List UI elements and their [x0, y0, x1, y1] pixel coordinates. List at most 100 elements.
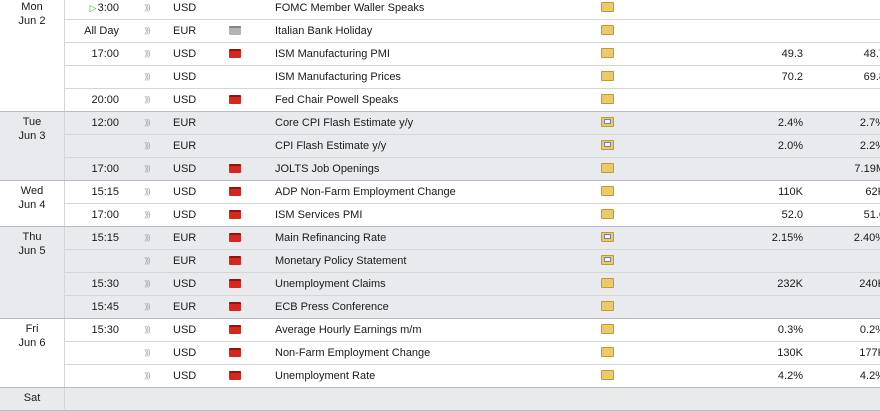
- folder-icon[interactable]: [601, 2, 614, 13]
- event-row[interactable]: 20:00))) USD Fed Chair Powell Speaks: [65, 89, 880, 111]
- folder-icon[interactable]: [601, 25, 614, 36]
- folder-icon[interactable]: [601, 117, 614, 128]
- event-title[interactable]: JOLTS Job Openings: [275, 158, 379, 180]
- speaker-icon[interactable]: ))): [141, 66, 153, 88]
- event-row[interactable]: 12:00))) EUR Core CPI Flash Estimate y/y 2.…: [65, 112, 880, 135]
- date-label: Jun 4: [18, 199, 46, 211]
- event-row[interactable]: 17:00))) USD ISM Services PMI 52.0 51.6: [65, 204, 880, 226]
- speaker-icon[interactable]: ))): [141, 181, 153, 203]
- speaker-icon[interactable]: ))): [141, 20, 153, 42]
- event-title[interactable]: ISM Manufacturing Prices: [275, 66, 401, 88]
- event-title[interactable]: Italian Bank Holiday: [275, 20, 372, 42]
- folder-icon[interactable]: [601, 370, 614, 381]
- folder-icon[interactable]: [601, 140, 614, 151]
- event-title[interactable]: Unemployment Rate: [275, 365, 375, 387]
- speaker-icon[interactable]: ))): [141, 158, 153, 180]
- folder-closed-icon: [601, 278, 614, 288]
- folder-icon[interactable]: [601, 48, 614, 59]
- event-row[interactable]: ))) USD ISM Manufacturing Prices 70.2 69.8: [65, 66, 880, 89]
- impact-flag-high: [229, 95, 241, 104]
- event-currency: EUR: [173, 301, 197, 313]
- event-title[interactable]: ISM Services PMI: [275, 204, 362, 226]
- speaker-icon[interactable]: ))): [141, 319, 153, 341]
- folder-icon[interactable]: [601, 232, 614, 243]
- event-title[interactable]: Unemployment Claims: [275, 273, 386, 295]
- event-row[interactable]: 15:15))) EUR Main Refinancing Rate 2.15% 2.4…: [65, 227, 880, 250]
- impact-flag-medium: [229, 141, 241, 150]
- day-label: Tue Jun 3: [0, 112, 65, 180]
- play-icon[interactable]: ▷: [90, 3, 97, 13]
- event-row[interactable]: 17:00))) USD JOLTS Job Openings 7.19M: [65, 158, 880, 180]
- folder-icon[interactable]: [601, 186, 614, 197]
- event-currency: EUR: [173, 25, 197, 37]
- impact-flag-high: [229, 325, 241, 334]
- folder-icon[interactable]: [601, 278, 614, 289]
- speaker-icon[interactable]: ))): [141, 227, 153, 249]
- event-row[interactable]: 15:45))) EUR ECB Press Conference: [65, 296, 880, 318]
- event-row[interactable]: ))) EUR Monetary Policy Statement: [65, 250, 880, 273]
- day-label: Thu Jun 5: [0, 227, 65, 318]
- event-time: [65, 135, 119, 157]
- event-row[interactable]: 15:30))) USD Average Hourly Earnings m/m 0.…: [65, 319, 880, 342]
- event-row[interactable]: ))) USD Unemployment Rate 4.2% 4.2%: [65, 365, 880, 387]
- speaker-icon[interactable]: ))): [141, 135, 153, 157]
- event-title[interactable]: ISM Manufacturing PMI: [275, 43, 390, 65]
- folder-icon[interactable]: [601, 347, 614, 358]
- event-previous: 51.6: [863, 209, 880, 221]
- event-title[interactable]: FOMC Member Waller Speaks: [275, 0, 424, 19]
- date-label: Jun 2: [18, 15, 46, 27]
- event-title[interactable]: Non-Farm Employment Change: [275, 342, 430, 364]
- folder-icon[interactable]: [601, 209, 614, 220]
- event-time-text: 15:45: [91, 301, 119, 313]
- folder-icon[interactable]: [601, 163, 614, 174]
- weekday-label: Tue: [22, 116, 42, 128]
- event-currency: USD: [173, 94, 197, 106]
- day-label: Mon Jun 2: [0, 0, 65, 111]
- event-forecast: 52.0: [781, 209, 803, 221]
- speaker-icon[interactable]: ))): [141, 204, 153, 226]
- event-title[interactable]: Fed Chair Powell Speaks: [275, 89, 399, 111]
- folder-icon[interactable]: [601, 71, 614, 82]
- event-row[interactable]: ))) USD Non-Farm Employment Change 130K 177K: [65, 342, 880, 365]
- speaker-icon[interactable]: ))): [141, 250, 153, 272]
- event-previous: 69.8: [863, 71, 880, 83]
- speaker-icon[interactable]: ))): [141, 273, 153, 295]
- impact-icon: [229, 118, 241, 127]
- event-title[interactable]: Main Refinancing Rate: [275, 227, 386, 249]
- event-previous: 2.7%: [859, 117, 880, 129]
- event-time: 15:45: [65, 296, 119, 318]
- speaker-icon[interactable]: ))): [141, 342, 153, 364]
- speaker-icon[interactable]: ))): [141, 365, 153, 387]
- event-title[interactable]: Average Hourly Earnings m/m: [275, 319, 422, 341]
- event-time: 20:00: [65, 89, 119, 111]
- event-row[interactable]: [65, 388, 880, 410]
- event-row[interactable]: 15:30))) USD Unemployment Claims 232K 240K: [65, 273, 880, 296]
- event-forecast: [685, 250, 803, 272]
- event-row[interactable]: All Day))) EUR Italian Bank Holiday: [65, 20, 880, 43]
- event-title[interactable]: Core CPI Flash Estimate y/y: [275, 112, 413, 134]
- event-title[interactable]: Monetary Policy Statement: [275, 250, 406, 272]
- folder-icon[interactable]: [601, 301, 614, 312]
- folder-icon[interactable]: [601, 324, 614, 335]
- speaker-icon[interactable]: ))): [141, 43, 153, 65]
- event-title[interactable]: ADP Non-Farm Employment Change: [275, 181, 456, 203]
- speaker-icon[interactable]: ))): [141, 89, 153, 111]
- impact-icon: [229, 210, 241, 219]
- event-row[interactable]: 17:00))) USD ISM Manufacturing PMI 49.3 48.7: [65, 43, 880, 66]
- event-title[interactable]: CPI Flash Estimate y/y: [275, 135, 386, 157]
- event-title[interactable]: ECB Press Conference: [275, 296, 389, 318]
- speaker-icon[interactable]: ))): [141, 296, 153, 318]
- event-previous: 4.2%: [859, 370, 880, 382]
- event-row[interactable]: ))) EUR CPI Flash Estimate y/y 2.0% 2.2%: [65, 135, 880, 158]
- folder-icon[interactable]: [601, 94, 614, 105]
- event-row[interactable]: 15:15))) USD ADP Non-Farm Employment Chang…: [65, 181, 880, 204]
- speaker-icon[interactable]: ))): [141, 112, 153, 134]
- folder-icon[interactable]: [601, 255, 614, 266]
- impact-icon: [229, 141, 241, 150]
- event-time-text: 20:00: [91, 94, 119, 106]
- event-time-text: 3:00: [97, 2, 119, 14]
- impact-icon: [229, 233, 241, 242]
- event-time-text: 17:00: [91, 209, 119, 221]
- speaker-icon[interactable]: ))): [141, 0, 153, 19]
- event-row[interactable]: ▷3:00))) USD FOMC Member Waller Speaks: [65, 0, 880, 20]
